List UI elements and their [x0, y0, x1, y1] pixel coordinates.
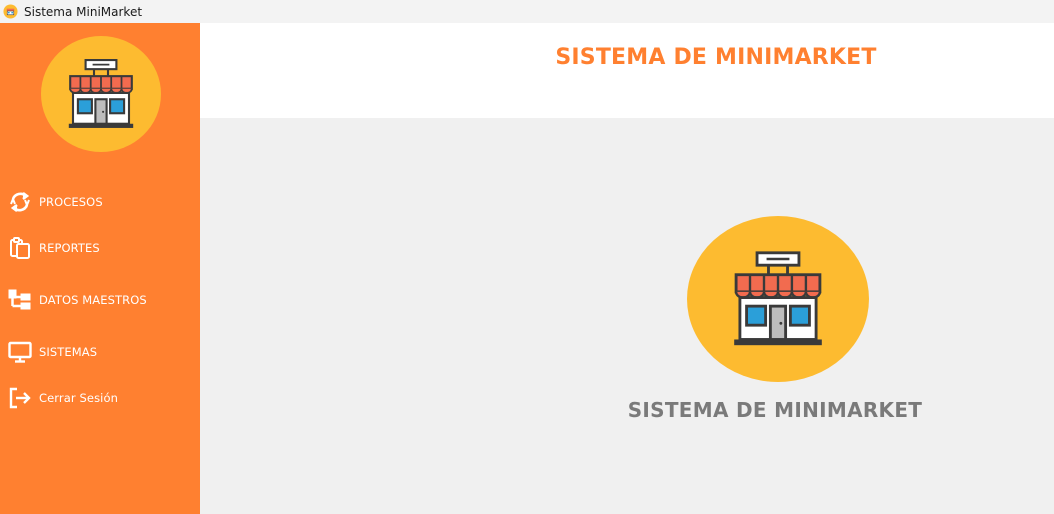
main-title: SISTEMA DE MINIMARKET	[627, 398, 923, 422]
sidebar-logo	[41, 36, 161, 152]
window-titlebar: Sistema MiniMarket	[0, 0, 1054, 23]
window-title: Sistema MiniMarket	[24, 4, 143, 19]
sidebar-item-label: REPORTES	[39, 241, 100, 255]
sidebar-item-datos-maestros[interactable]: DATOS MAESTROS	[7, 286, 197, 314]
logout-icon	[7, 385, 33, 411]
sidebar-item-label: PROCESOS	[39, 195, 103, 209]
sidebar-item-label: Cerrar Sesión	[39, 391, 118, 405]
refresh-icon	[7, 189, 33, 215]
sidebar-item-label: DATOS MAESTROS	[39, 293, 147, 307]
sidebar-item-cerrar-sesion[interactable]: Cerrar Sesión	[7, 384, 197, 412]
store-icon	[68, 58, 134, 128]
app-store-icon	[3, 4, 18, 19]
clipboard-icon	[7, 235, 33, 261]
sidebar-item-sistemas[interactable]: SISTEMAS	[7, 338, 197, 366]
store-icon	[734, 251, 822, 346]
sidebar-item-label: SISTEMAS	[39, 345, 98, 359]
sidebar-item-reportes[interactable]: REPORTES	[7, 234, 197, 262]
header: SISTEMA DE MINIMARKET	[200, 23, 1054, 118]
page-title: SISTEMA DE MINIMARKET	[555, 45, 877, 70]
monitor-icon	[7, 339, 33, 365]
main-logo	[687, 216, 869, 382]
main-content: SISTEMA DE MINIMARKET	[200, 118, 1054, 514]
sidebar: PROCESOS REPORTES DATOS MAESTROS SISTEMA…	[0, 23, 200, 514]
sidebar-item-procesos[interactable]: PROCESOS	[7, 188, 197, 216]
hierarchy-icon	[7, 287, 33, 313]
